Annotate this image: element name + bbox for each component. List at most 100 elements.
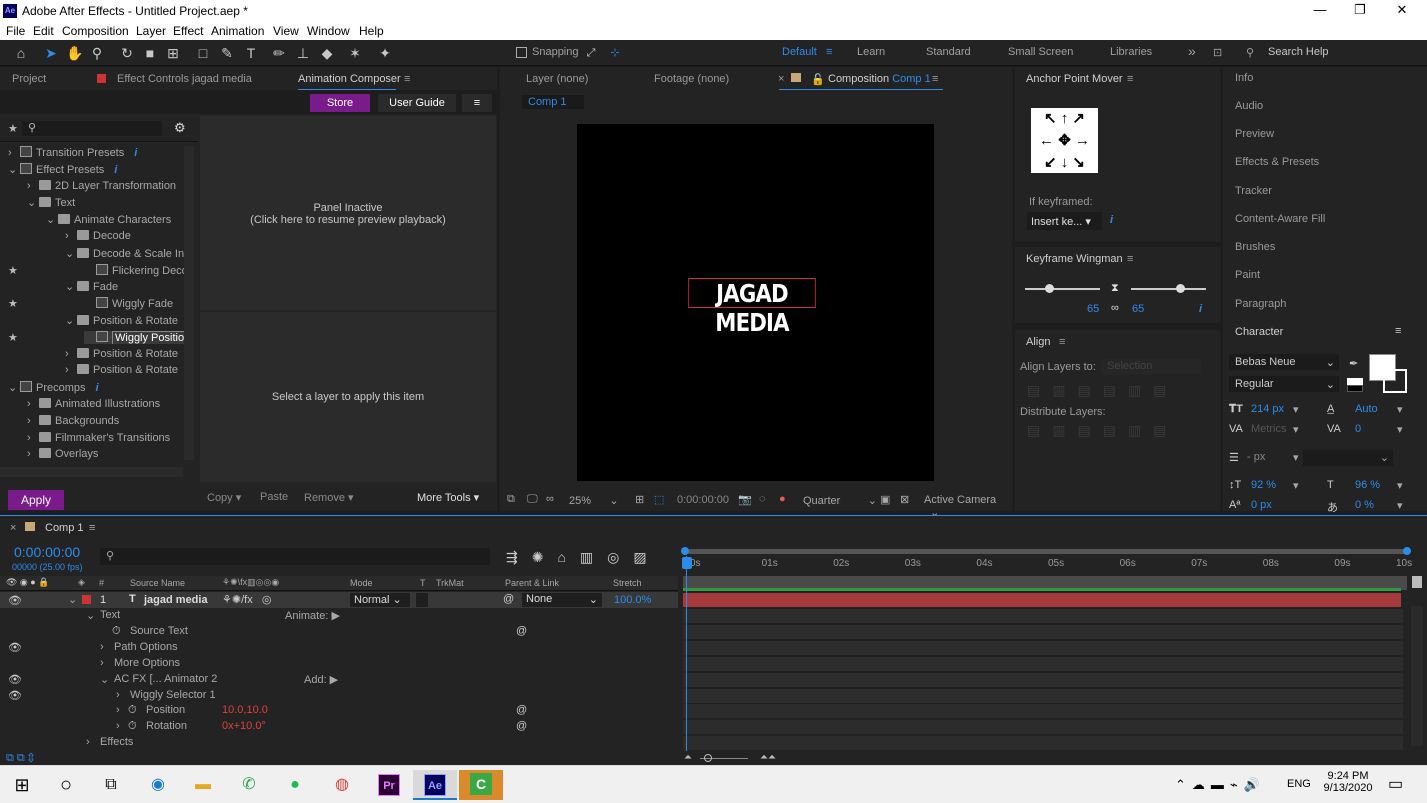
horizontal-scale-value[interactable]: 96 % (1355, 479, 1380, 491)
zoom-tool-icon[interactable]: ⚲ (88, 44, 106, 62)
layer-switches[interactable]: ⚘✺/fx ◎ (222, 593, 271, 606)
preset-tree-item[interactable]: Flickering Decode (84, 263, 186, 277)
workspace-menu-icon[interactable]: ≡ (826, 46, 832, 58)
panel-menu-icon[interactable]: ≡ (404, 73, 410, 85)
chevron-down-icon[interactable]: ⌄ (65, 247, 77, 260)
preset-tree-item[interactable]: ⌄ Effect Presets i (8, 162, 186, 176)
menu-effect[interactable]: Effect (173, 24, 203, 38)
brushes-panel-tab[interactable]: Brushes (1235, 241, 1275, 253)
chevron-right-icon[interactable]: › (27, 415, 39, 427)
timeline-switch-icons[interactable]: ⇶✺⌂▥◎▨ (506, 549, 661, 566)
preserve-transparency-toggle[interactable] (416, 593, 428, 607)
chrome-icon[interactable]: ◍ (320, 770, 364, 800)
minimize-button[interactable]: — (1300, 2, 1340, 20)
user-guide-button[interactable]: User Guide (378, 94, 456, 112)
chevron-right-icon[interactable]: › (27, 180, 39, 192)
property-track[interactable] (683, 656, 1403, 672)
preset-tree-item[interactable]: › Overlays (27, 448, 186, 460)
windows-start-icon[interactable]: ⊞ (0, 770, 44, 800)
stroke-type-select[interactable]: ⌄ (1303, 450, 1393, 466)
preset-tree-item[interactable]: ⌄ Decode & Scale In (65, 247, 186, 260)
chevron-down-icon[interactable]: ⌄ (65, 280, 77, 293)
timeline-nav-handle[interactable] (1412, 576, 1422, 588)
snap-features-icon[interactable]: ⊹ (606, 44, 624, 62)
chevron-down-icon[interactable]: ▾ (1397, 403, 1403, 416)
chevron-right-icon[interactable]: › (100, 641, 104, 653)
white-swatch[interactable] (1347, 378, 1363, 385)
audio-panel-tab[interactable]: Audio (1235, 100, 1263, 112)
info-icon[interactable]: i (96, 382, 99, 394)
expand-chevron-icon[interactable]: ⌄ (68, 593, 77, 606)
work-area-end-handle[interactable] (1403, 547, 1411, 555)
align-buttons[interactable]: ▤▥▤▤▥▤ (1027, 382, 1178, 399)
work-area-start-handle[interactable] (681, 547, 689, 555)
blend-mode-select[interactable]: Normal ⌄ (350, 593, 410, 607)
transparency-icon[interactable]: ⊠ (900, 493, 909, 506)
favorite-star-icon[interactable]: ★ (8, 264, 18, 277)
tracking-value[interactable]: 0 (1355, 423, 1361, 435)
info-panel-tab[interactable]: Info (1235, 72, 1253, 84)
current-time-display[interactable]: 0:00:00:00 (677, 494, 729, 506)
stretch-value[interactable]: 100.0% (614, 594, 651, 606)
selection-tool-icon[interactable]: ➤ (42, 44, 60, 62)
preset-tree-item[interactable]: › Position & Rotate (65, 364, 186, 376)
visibility-eye-icon[interactable]: 👁 (8, 594, 22, 607)
store-button[interactable]: Store (310, 94, 370, 112)
property-row[interactable]: 👁 ⌄ AC FX [... Animator 2 Add: ▶ (0, 673, 678, 689)
pick-whip-icon[interactable]: @ (516, 704, 527, 716)
ease-in-handle[interactable] (1045, 284, 1054, 293)
account-icon[interactable]: ≡ (462, 94, 492, 112)
timeline-bottom-icons[interactable]: ⧉ ⧉ ⇳ (6, 752, 34, 765)
copy-button[interactable]: Copy ▾ (207, 491, 241, 504)
ease-out-value[interactable]: 65 (1132, 303, 1144, 315)
property-track[interactable] (683, 624, 1403, 640)
sync-settings-icon[interactable]: ⊡ (1213, 46, 1222, 59)
chevron-down-icon[interactable]: ▾ (1293, 423, 1299, 436)
tab-composition[interactable]: Composition Comp 1 (828, 73, 931, 85)
search-circle-icon[interactable]: ○ (44, 770, 88, 800)
close-icon[interactable]: × (778, 73, 784, 85)
tab-project[interactable]: Project (12, 73, 46, 85)
after-effects-icon[interactable]: Ae (413, 770, 457, 800)
camera-tool-icon[interactable]: ■ (141, 44, 159, 62)
playhead-handle[interactable] (682, 557, 692, 569)
menu-edit[interactable]: Edit (33, 24, 54, 38)
eraser-tool-icon[interactable]: ◆ (318, 44, 336, 62)
input-language[interactable]: ENG (1287, 778, 1311, 790)
work-area-bar[interactable] (683, 549, 1407, 554)
pick-whip-icon[interactable]: @ (516, 720, 527, 732)
preset-tree-item[interactable]: ⌄ Animate Characters (46, 213, 186, 226)
timeline-tab-comp[interactable]: Comp 1 (45, 522, 84, 534)
apply-button[interactable]: Apply (8, 490, 64, 510)
menu-help[interactable]: Help (359, 24, 384, 38)
stopwatch-icon[interactable]: ⏱ (112, 625, 121, 638)
stretch-header[interactable]: Stretch (613, 578, 642, 588)
black-swatch[interactable] (1347, 385, 1363, 392)
preset-tree-item[interactable]: › 2D Layer Transformation (27, 179, 186, 192)
search-help-input[interactable]: Search Help (1268, 46, 1329, 58)
snapshot-icon[interactable]: 📷 (738, 493, 752, 506)
timeline-scrollbar[interactable] (1411, 606, 1423, 746)
layer-duration-bar[interactable] (683, 593, 1401, 607)
preview-panel-tab[interactable]: Preview (1235, 128, 1274, 140)
preset-tree-item[interactable]: ⌄ Precomps i (8, 381, 186, 394)
edge-browser-icon[interactable]: ◉ (136, 770, 180, 800)
comp-navigator-chip[interactable]: Comp 1 (522, 95, 584, 109)
close-button[interactable]: ✕ (1382, 2, 1422, 20)
snap-edges-icon[interactable]: ⤢ (582, 44, 600, 62)
tab-footage[interactable]: Footage (none) (654, 73, 729, 85)
settings-gear-icon[interactable]: ⚙ (174, 120, 186, 136)
animate-property-button[interactable]: Animate: ▶ (285, 609, 340, 622)
zoom-in-icon[interactable]: ⏶⏶ (760, 752, 776, 763)
font-family-select[interactable]: Bebas Neue ⌄ (1229, 354, 1339, 370)
workspace-learn[interactable]: Learn (857, 46, 885, 58)
property-row[interactable]: ⏱ Source Text @ (0, 625, 678, 641)
ac-preview-area[interactable]: Panel Inactive (Click here to resume pre… (200, 116, 496, 310)
ease-in-value[interactable]: 65 (1087, 303, 1099, 315)
camtasia-icon[interactable]: C (459, 770, 503, 800)
content-aware-fill-panel-tab[interactable]: Content-Aware Fill (1235, 213, 1325, 225)
panel-menu-icon[interactable]: ≡ (1127, 73, 1133, 85)
layer-search-input[interactable]: ⚲ (100, 548, 490, 565)
brush-tool-icon[interactable]: ✏ (270, 44, 288, 62)
tab-animation-composer[interactable]: Animation Composer (298, 73, 401, 85)
